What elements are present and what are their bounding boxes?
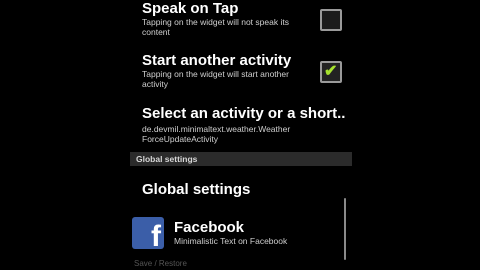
pref-speak-on-tap-title: Speak on Tap [142,0,239,17]
pref-facebook-title: Facebook [174,219,245,236]
pref-select-activity-title: Select an activity or a short.. [142,105,346,122]
pref-global-settings[interactable]: Global settings [142,181,342,198]
facebook-icon: f [132,217,164,249]
pref-select-activity[interactable]: Select an activity or a short.. de.devmi… [142,105,346,144]
pref-speak-on-tap-summary: Tapping on the widget will not speak its… [142,17,289,37]
section-header-save-restore: Save / Restore [134,259,187,268]
speak-on-tap-checkbox[interactable] [320,9,342,31]
pref-start-activity[interactable]: Start another activity Tapping on the wi… [142,52,342,89]
start-activity-checkbox[interactable]: ✔ [320,61,342,83]
pref-speak-on-tap[interactable]: Speak on Tap Tapping on the widget will … [142,0,342,37]
pref-start-activity-title: Start another activity [142,52,292,69]
pref-start-activity-summary: Tapping on the widget will start another… [142,69,289,89]
settings-screen: Speak on Tap Tapping on the widget will … [130,0,352,270]
checkmark-icon: ✔ [324,63,338,80]
pref-facebook-summary: Minimalistic Text on Facebook [174,236,288,246]
scrollbar[interactable] [344,198,346,260]
left-letterbox [0,0,130,270]
pref-select-activity-summary: de.devmil.minimaltext.weather.WeatherFor… [142,124,291,144]
section-header-global: Global settings [130,152,352,166]
right-letterbox [352,0,480,270]
pref-facebook[interactable]: Facebook Minimalistic Text on Facebook [174,219,342,246]
pref-global-settings-title: Global settings [142,181,251,198]
